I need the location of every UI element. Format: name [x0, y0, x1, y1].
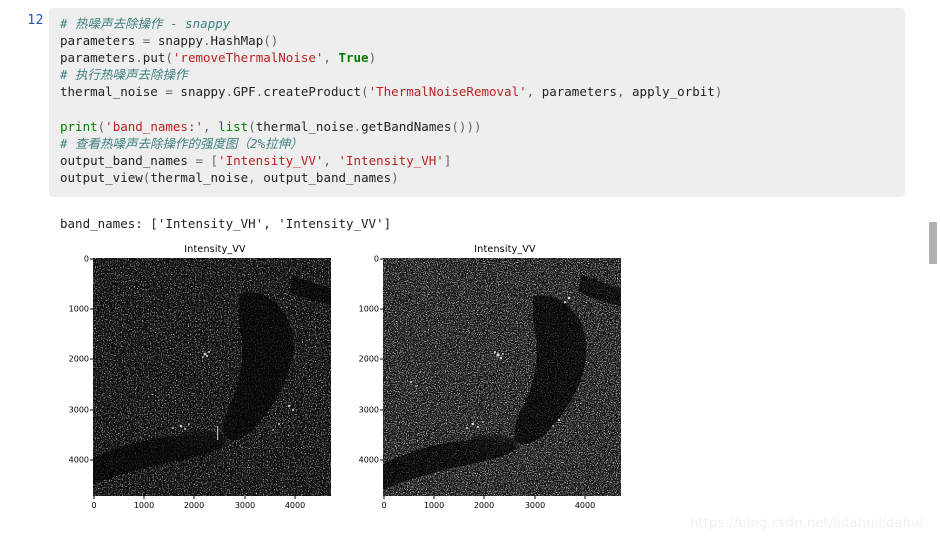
code-token: ] — [443, 152, 452, 168]
code-token: 'Intensity_VV' — [218, 152, 324, 168]
code-token: output_band_names — [60, 152, 196, 168]
y-tick-label: 2000 — [358, 354, 379, 364]
code-token: list — [218, 118, 249, 134]
code-token: . — [203, 33, 211, 49]
code-token: 'band_names:' — [105, 118, 204, 134]
code-token: = — [142, 33, 158, 49]
code-token: parameters — [60, 50, 136, 66]
code-token: , — [616, 84, 633, 100]
axis-ticks-right: 0 1000 2000 3000 4000 0 1000 2000 3000 4… — [359, 255, 621, 511]
code-token: GPF — [233, 84, 256, 100]
code-token: createProduct — [263, 84, 362, 100]
code-line: parameters.put('removeThermalNoise', Tru… — [60, 49, 905, 66]
code-token: True — [338, 50, 369, 66]
y-tick-label: 2000 — [68, 354, 89, 364]
code-token: output_view — [60, 169, 143, 185]
y-tick-label: 4000 — [68, 455, 89, 465]
y-tick-label: 1000 — [68, 304, 89, 314]
code-token: , — [248, 169, 264, 185]
code-line: parameters = snappy.HashMap() — [60, 32, 905, 49]
y-tick-label: 3000 — [68, 405, 89, 415]
code-line: print('band_names:', list(thermal_noise.… — [60, 118, 905, 135]
code-token: snappy — [157, 33, 204, 49]
subplot-title: Intensity_VV — [184, 244, 246, 255]
x-tick-label: 1000 — [133, 501, 155, 510]
figure-output: Intensity_VV 0 1000 2000 3000 4000 0 100… — [55, 238, 655, 523]
code-token: ( — [165, 50, 173, 66]
x-tick-label: 2000 — [473, 501, 495, 510]
cell-output-stdout: band_names: ['Intensity_VH', 'Intensity_… — [60, 216, 392, 231]
code-line: output_band_names = ['Intensity_VV', 'In… — [60, 152, 905, 169]
y-tick-label: 4000 — [358, 455, 379, 465]
code-token: . — [135, 50, 143, 66]
subplot-intensity-vv-left: Intensity_VV 0 1000 2000 3000 4000 0 100… — [55, 238, 345, 523]
code-source[interactable]: # 热噪声去除操作 - snappy parameters = snappy.Ha… — [60, 15, 905, 186]
code-line: output_view(thermal_noise, output_band_n… — [60, 169, 905, 186]
code-token: . — [353, 118, 362, 134]
subplot-title: Intensity_VV — [474, 244, 536, 255]
code-token: 'Intensity_VH' — [338, 152, 444, 168]
x-tick-label: 2000 — [183, 501, 205, 510]
x-tick-label: 0 — [381, 501, 387, 510]
cell-execution-count: 12 — [27, 13, 44, 28]
code-token: = — [165, 84, 181, 100]
code-token: ) — [368, 50, 377, 66]
code-token: output_band_names — [263, 169, 392, 185]
code-token: snappy — [180, 84, 226, 100]
code-token: , — [323, 152, 339, 168]
code-token: HashMap — [210, 33, 264, 49]
page-scrollbar[interactable] — [926, 0, 940, 542]
code-token: ())) — [451, 118, 482, 134]
code-token: parameters — [60, 33, 143, 49]
code-token: , — [526, 84, 542, 100]
code-token: # 查看热噪声去除操作的强度图（2%拉伸） — [60, 135, 303, 151]
code-token: thermal_noise — [150, 169, 249, 185]
code-cell-input[interactable]: # 热噪声去除操作 - snappy parameters = snappy.Ha… — [49, 8, 905, 197]
x-tick-label: 1000 — [423, 501, 445, 510]
code-token: . — [225, 84, 234, 100]
y-tick-label: 3000 — [358, 405, 379, 415]
code-line: thermal_noise = snappy.GPF.createProduct… — [60, 83, 905, 100]
y-tick-label: 0 — [83, 254, 89, 264]
axis-ticks-left: 0 1000 2000 3000 4000 0 1000 2000 3000 4… — [69, 255, 331, 511]
x-tick-label: 3000 — [524, 501, 546, 510]
watermark-text: https://blog.csdn.net/lidahuilidahui — [690, 516, 924, 531]
code-token: () — [263, 33, 279, 49]
code-token: apply_orbit — [632, 84, 715, 100]
code-token: ) — [391, 169, 399, 185]
x-tick-label: 4000 — [284, 501, 306, 510]
code-token: parameters — [541, 84, 617, 100]
x-tick-label: 3000 — [234, 501, 256, 510]
code-token: print — [60, 118, 98, 134]
x-tick-label: 0 — [91, 501, 97, 510]
code-token: , — [323, 50, 339, 66]
code-token: ( — [361, 84, 369, 100]
code-line: # 查看热噪声去除操作的强度图（2%拉伸） — [60, 135, 905, 152]
code-token: getBandNames — [361, 118, 452, 134]
code-token: ) — [714, 84, 723, 100]
code-token: # 执行热噪声去除操作 — [60, 67, 188, 83]
notebook-page: 12 # 热噪声去除操作 - snappy parameters = snappy… — [0, 0, 940, 542]
code-token: 'ThermalNoiseRemoval' — [368, 84, 527, 100]
scrollbar-thumb[interactable] — [929, 222, 937, 264]
code-token: ( — [248, 118, 256, 134]
code-token: , — [203, 118, 219, 134]
code-token: = [ — [195, 152, 219, 168]
code-token: 'removeThermalNoise' — [172, 50, 324, 66]
code-token: thermal_noise — [255, 118, 354, 134]
subplot-intensity-vv-right: Intensity_VV 0 1000 2000 3000 4000 0 100… — [345, 238, 635, 523]
y-tick-label: 0 — [373, 254, 379, 264]
code-line: # 热噪声去除操作 - snappy — [60, 15, 905, 32]
code-token: # 热噪声去除操作 - snappy — [60, 16, 231, 31]
code-token: thermal_noise — [60, 84, 166, 100]
y-tick-label: 1000 — [358, 304, 379, 314]
x-tick-label: 4000 — [574, 501, 596, 510]
code-line: # 执行热噪声去除操作 — [60, 66, 905, 83]
code-token: put — [142, 50, 166, 66]
